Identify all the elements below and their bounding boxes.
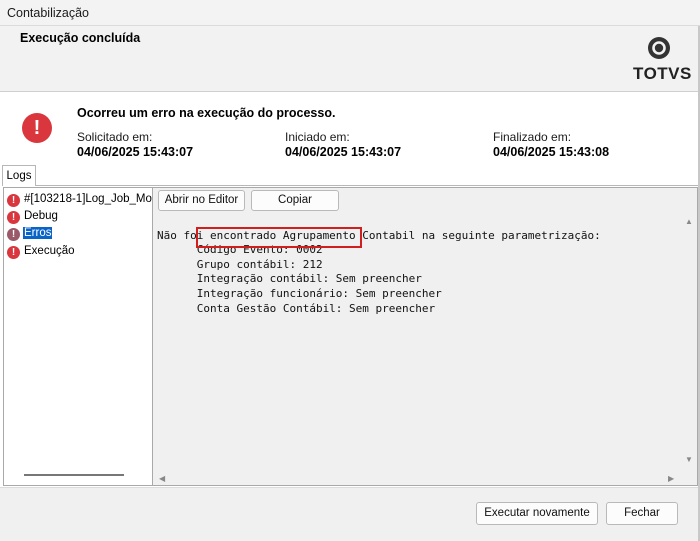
log-line: Grupo contábil: 212: [157, 257, 323, 271]
totvs-logo-icon: [648, 37, 670, 59]
window-titlebar: Contabilização: [0, 0, 700, 26]
requested-block: Solicitado em: 04/06/2025 15:43:07: [77, 130, 193, 159]
error-icon: !: [7, 211, 20, 224]
copy-button[interactable]: Copiar: [251, 190, 339, 211]
logo-wordmark: TOTVS: [633, 64, 692, 83]
rerun-button[interactable]: Executar novamente: [476, 502, 598, 525]
log-tree[interactable]: ! #[103218-1]Log_Job_Mon ! Debug ! Erros…: [3, 187, 153, 486]
dialog-footer: Executar novamente Fechar: [0, 487, 700, 541]
scroll-down-icon[interactable]: ▼: [685, 455, 693, 464]
tree-horizontal-scrollbar[interactable]: [24, 474, 124, 476]
error-icon: !: [7, 194, 20, 207]
dialog-header: Execução concluída TOTVS: [0, 26, 700, 92]
requested-label: Solicitado em:: [77, 130, 153, 144]
tab-divider: [36, 185, 698, 186]
status-panel: ! Ocorreu um erro na execução do process…: [0, 93, 700, 165]
finished-block: Finalizado em: 04/06/2025 15:43:08: [493, 130, 609, 159]
error-icon: !: [22, 113, 52, 143]
requested-value: 04/06/2025 15:43:07: [77, 145, 194, 159]
open-editor-button[interactable]: Abrir no Editor: [158, 190, 245, 211]
tab-bar: Logs: [0, 165, 700, 186]
totvs-logo: TOTVS: [630, 32, 692, 84]
error-icon: !: [7, 228, 20, 241]
tree-item-label: Execução: [24, 245, 75, 257]
log-text-area[interactable]: Não foi encontrado Agrupamento Contabil …: [157, 214, 679, 472]
error-icon: !: [7, 246, 20, 259]
tree-item-label: Debug: [24, 210, 58, 222]
highlight-box: [196, 227, 362, 248]
finished-label: Finalizado em:: [493, 130, 572, 144]
status-message: Ocorreu um erro na execução do processo.: [77, 106, 336, 120]
scroll-up-icon[interactable]: ▲: [685, 217, 693, 226]
log-line: Conta Gestão Contábil: Sem preencher: [157, 301, 436, 315]
log-horizontal-scrollbar[interactable]: ◀ ▶: [153, 472, 681, 486]
page-title: Execução concluída: [20, 31, 141, 45]
started-label: Iniciado em:: [285, 130, 350, 144]
log-vertical-scrollbar[interactable]: ▲ ▼: [681, 214, 697, 472]
log-line: Integração contábil: Sem preencher: [157, 272, 422, 286]
log-line: Integração funcionário: Sem preencher: [157, 286, 442, 300]
tab-logs[interactable]: Logs: [2, 165, 36, 186]
started-block: Iniciado em: 04/06/2025 15:43:07: [285, 130, 401, 159]
window-title: Contabilização: [7, 6, 89, 20]
finished-value: 04/06/2025 15:43:08: [493, 145, 610, 159]
scroll-right-icon[interactable]: ▶: [668, 474, 674, 483]
started-value: 04/06/2025 15:43:07: [285, 145, 402, 159]
tree-item-label: Erros: [23, 227, 53, 239]
tree-item-label: #[103218-1]Log_Job_Mon: [24, 193, 153, 205]
close-button[interactable]: Fechar: [606, 502, 678, 525]
scroll-left-icon[interactable]: ◀: [159, 474, 165, 483]
